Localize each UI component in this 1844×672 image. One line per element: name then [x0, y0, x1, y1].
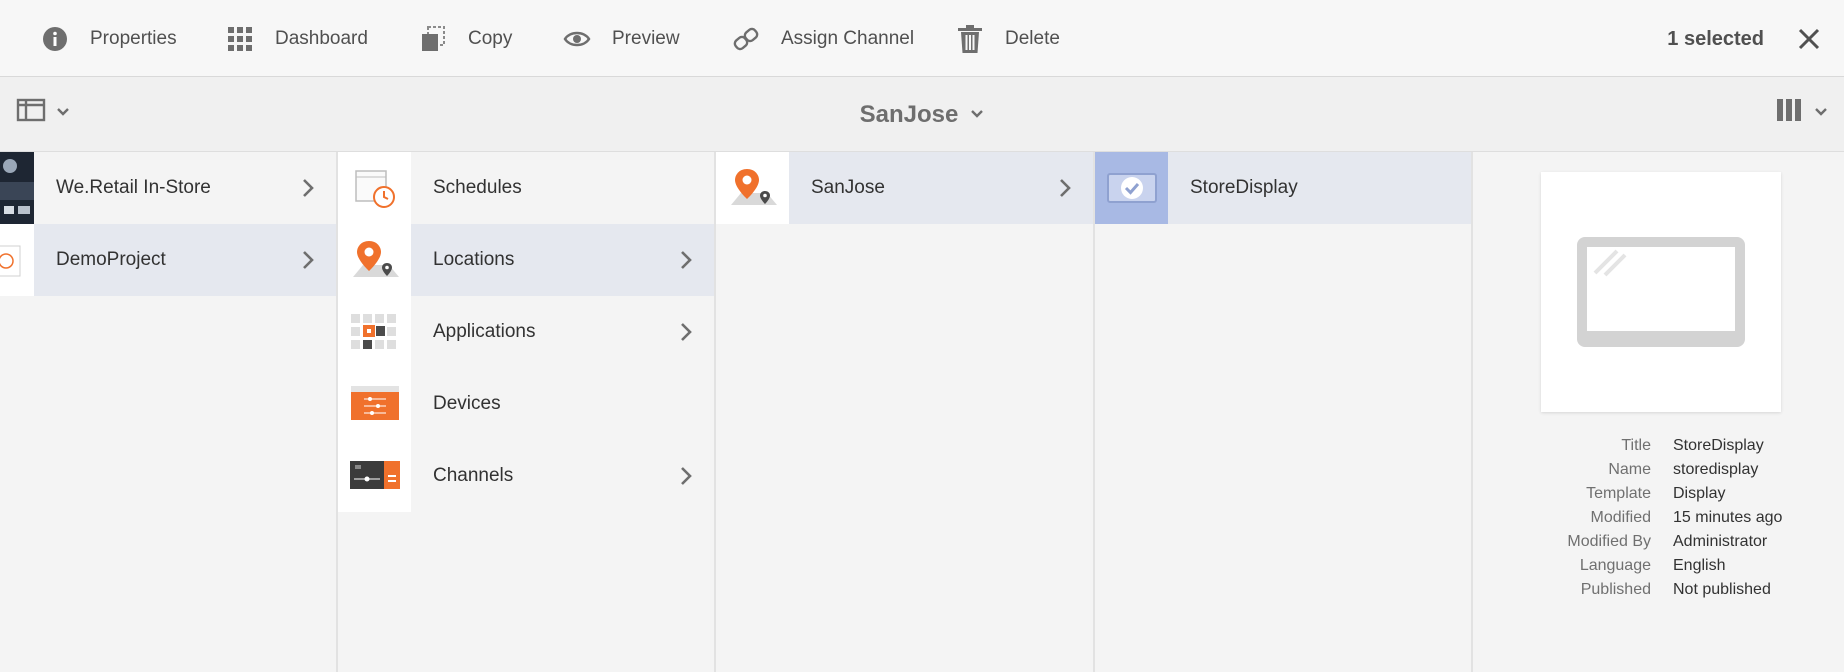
metadata-row: Language English	[1473, 554, 1844, 578]
assign-channel-button[interactable]: Assign Channel	[731, 0, 914, 77]
info-icon	[40, 24, 70, 54]
dashboard-button[interactable]: Dashboard	[225, 0, 368, 77]
metadata-row: Title StoreDisplay	[1473, 434, 1844, 458]
column-project-folders: Schedules Locations Applications Devices…	[338, 152, 716, 672]
list-item[interactable]: We.Retail In-Store	[0, 152, 336, 224]
metadata-row: Published Not published	[1473, 578, 1844, 602]
properties-button[interactable]: Properties	[40, 0, 177, 77]
metadata-row: Modified 15 minutes ago	[1473, 506, 1844, 530]
chevron-right-icon	[681, 467, 692, 485]
devices-icon	[338, 368, 411, 440]
list-item-label: Channels	[433, 465, 514, 486]
column-locations: SanJose	[716, 152, 1095, 672]
preview-panel: Title StoreDisplay Name storedisplay Tem…	[1473, 152, 1844, 672]
copy-button[interactable]: Copy	[418, 0, 512, 77]
close-icon[interactable]	[1796, 26, 1822, 52]
grid-icon	[225, 24, 255, 54]
chevron-down-icon	[1814, 104, 1828, 122]
list-item[interactable]: StoreDisplay	[1095, 152, 1471, 224]
eye-icon	[562, 24, 592, 54]
chevron-right-icon	[681, 251, 692, 269]
preview-thumbnail	[1541, 172, 1781, 412]
title-bar: SanJose	[0, 77, 1844, 152]
display-icon	[1577, 237, 1745, 347]
title-area: SanJose	[0, 77, 1844, 152]
preview-label: Preview	[612, 27, 680, 49]
column-displays: StoreDisplay	[1095, 152, 1473, 672]
list-item-label: DemoProject	[56, 249, 166, 270]
list-item-label: Schedules	[433, 177, 522, 198]
page-title[interactable]: SanJose	[860, 101, 959, 129]
project-thumbnail	[0, 152, 34, 224]
schedules-icon	[338, 152, 411, 224]
column-projects: We.Retail In-Store DemoProject	[0, 152, 338, 672]
metadata-list: Title StoreDisplay Name storedisplay Tem…	[1473, 434, 1844, 602]
metadata-key: Title	[1621, 437, 1651, 454]
dashboard-label: Dashboard	[275, 27, 368, 49]
list-item-label: SanJose	[811, 177, 885, 198]
selection-count: 1 selected	[1667, 28, 1764, 50]
preview-button[interactable]: Preview	[562, 0, 680, 77]
list-item[interactable]: Channels	[338, 440, 714, 512]
list-item[interactable]: DemoProject	[0, 224, 336, 296]
metadata-value: Administrator	[1673, 533, 1768, 550]
metadata-key: Modified	[1590, 509, 1651, 526]
chevron-right-icon	[303, 179, 314, 197]
metadata-value: StoreDisplay	[1673, 437, 1764, 454]
metadata-key: Template	[1586, 485, 1651, 502]
chevron-right-icon	[681, 323, 692, 341]
list-item-label: We.Retail In-Store	[56, 177, 211, 198]
list-item[interactable]: SanJose	[716, 152, 1093, 224]
metadata-key: Language	[1579, 557, 1651, 574]
applications-icon	[338, 296, 411, 368]
metadata-key: Published	[1580, 581, 1651, 598]
trash-icon	[955, 24, 985, 54]
location-pin-icon	[338, 224, 411, 296]
metadata-key: Name	[1608, 461, 1651, 478]
list-item[interactable]: Schedules	[338, 152, 714, 224]
list-item-label: Applications	[433, 321, 536, 342]
chevron-right-icon	[303, 251, 314, 269]
view-switcher-button[interactable]	[1776, 97, 1828, 128]
list-item[interactable]: Devices	[338, 368, 714, 440]
channels-icon	[338, 440, 411, 512]
list-item-label: Devices	[433, 393, 501, 414]
properties-label: Properties	[90, 27, 177, 49]
metadata-key: Modified By	[1567, 533, 1651, 550]
metadata-value: English	[1673, 557, 1726, 574]
metadata-row: Template Display	[1473, 482, 1844, 506]
project-thumbnail	[0, 224, 34, 296]
metadata-value: Display	[1673, 485, 1726, 502]
metadata-value: Not published	[1673, 581, 1771, 598]
delete-button[interactable]: Delete	[955, 0, 1060, 77]
metadata-value: storedisplay	[1673, 461, 1759, 478]
list-item[interactable]: Locations	[338, 224, 714, 296]
chevron-right-icon	[1060, 179, 1071, 197]
metadata-row: Name storedisplay	[1473, 458, 1844, 482]
location-pin-icon	[716, 152, 789, 224]
link-icon	[731, 24, 761, 54]
action-bar: Properties Dashboard Copy Preview Assign…	[0, 0, 1844, 77]
copy-label: Copy	[468, 27, 513, 49]
list-item-label: StoreDisplay	[1190, 177, 1298, 198]
selected-checkmark-icon[interactable]	[1095, 152, 1168, 224]
metadata-value: 15 minutes ago	[1673, 509, 1783, 526]
assign-channel-label: Assign Channel	[781, 27, 915, 49]
chevron-down-icon[interactable]	[970, 106, 984, 124]
list-item[interactable]: Applications	[338, 296, 714, 368]
list-item-label: Locations	[433, 249, 515, 270]
delete-label: Delete	[1005, 27, 1060, 49]
copy-icon	[418, 24, 448, 54]
column-view-icon	[1776, 97, 1802, 128]
metadata-row: Modified By Administrator	[1473, 530, 1844, 554]
